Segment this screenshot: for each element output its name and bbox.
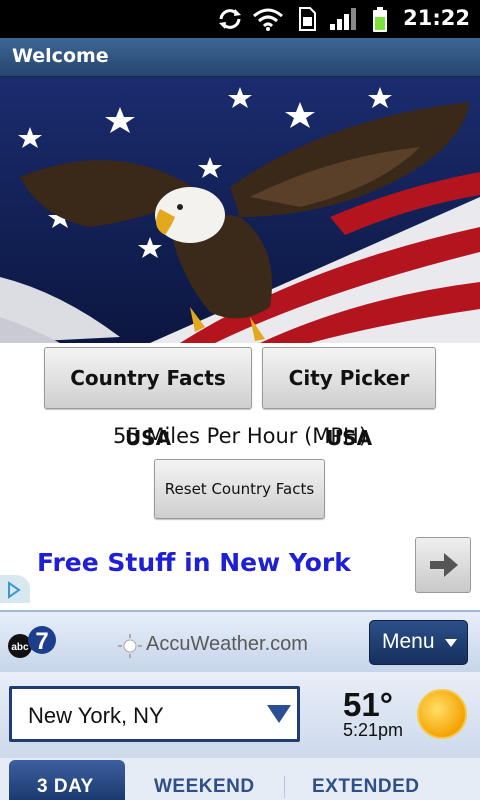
city-picker-button[interactable]: City Picker USA — [262, 347, 436, 450]
ad-banner[interactable]: Free Stuff in New York — [0, 530, 480, 608]
tab-extended[interactable]: EXTENDED — [312, 776, 419, 798]
location-select[interactable]: New York, NY — [9, 686, 300, 742]
sun-logo-icon — [118, 634, 142, 658]
clock: 21:22 — [403, 6, 470, 30]
arrow-right-icon — [430, 553, 458, 577]
title-bar: Welcome — [0, 38, 480, 77]
location-value: New York, NY — [28, 703, 164, 728]
tab-weekend[interactable]: WEEKEND — [154, 776, 255, 798]
menu-label: Menu — [382, 630, 435, 653]
wifi-icon — [253, 8, 283, 31]
svg-text:abc: abc — [11, 642, 29, 653]
svg-text:7: 7 — [35, 628, 48, 655]
forecast-tabs: 3 DAY WEEKEND EXTENDED — [0, 758, 480, 800]
tab-divider — [284, 776, 285, 798]
sunny-icon — [417, 689, 467, 739]
dropdown-triangle-icon — [267, 705, 291, 723]
abc7-logo-icon: abc 7 — [8, 626, 56, 658]
temperature: 51° — [343, 686, 393, 723]
accuweather-brand: AccuWeather.com — [146, 633, 308, 655]
weather-menu-button[interactable]: Menu — [369, 620, 468, 665]
sync-icon — [219, 9, 241, 29]
battery-icon — [373, 7, 387, 32]
weather-time: 5:21pm — [343, 720, 404, 740]
play-triangle-icon — [8, 581, 21, 599]
country-fact-text: 55 Miles Per Hour (MPH) — [112, 424, 368, 448]
ad-text[interactable]: Free Stuff in New York — [37, 548, 351, 577]
ad-arrow-button[interactable] — [415, 537, 471, 593]
banner-image — [0, 77, 480, 343]
sim-icon — [299, 7, 316, 31]
country-facts-button[interactable]: Country Facts USA — [44, 347, 252, 450]
signal-icon — [330, 8, 356, 30]
tab-3-day-label: 3 DAY — [37, 776, 94, 797]
chevron-down-icon — [445, 639, 457, 647]
status-bar: 21:22 — [0, 0, 480, 38]
tab-3-day[interactable]: 3 DAY — [9, 760, 125, 800]
page-title: Welcome — [12, 45, 109, 67]
eagle-flag-illustration — [0, 77, 480, 343]
ad-choices-icon[interactable] — [0, 575, 30, 603]
weather-header: abc 7 AccuWeather.com Menu — [0, 610, 480, 674]
reset-country-facts-button[interactable]: Reset Country Facts — [154, 459, 325, 519]
weather-panel: New York, NY 51° 5:21pm — [0, 672, 480, 758]
